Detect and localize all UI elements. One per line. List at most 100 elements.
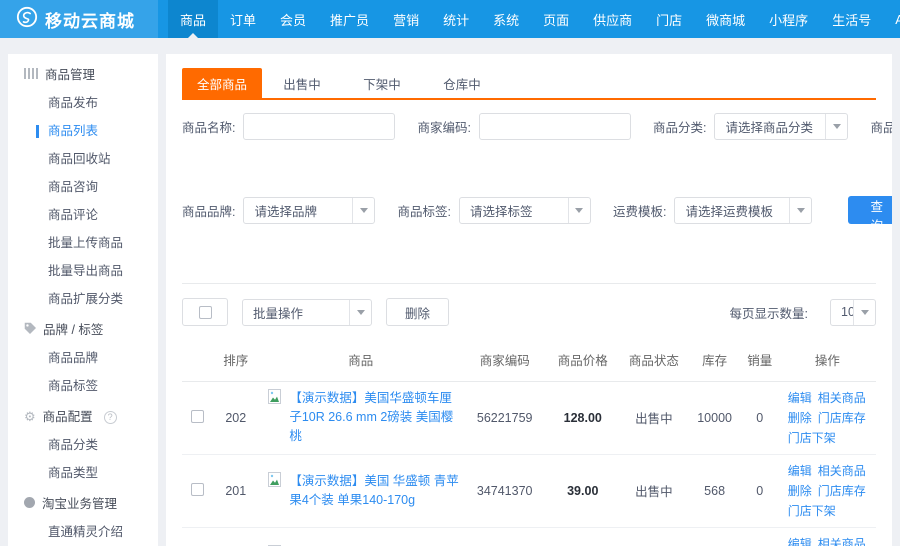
merchant-code-value: 56221759 [463, 381, 546, 454]
merchant-code-input[interactable] [479, 113, 631, 140]
sidebar-item-goods-comments[interactable]: 商品评论 [8, 201, 158, 229]
tab-all[interactable]: 全部商品 [182, 68, 262, 98]
filter-label-shipping: 运费模板: [613, 201, 666, 220]
status-value: 出售中 [619, 527, 688, 546]
sidebar-section-title: 淘宝业务管理 [42, 490, 117, 518]
filter-tag: 商品标签:请选择标签 [397, 197, 590, 224]
filter-label-goods-name: 商品名称: [182, 117, 235, 136]
tag-select[interactable]: 请选择标签 [459, 197, 591, 224]
nav-item-app[interactable]: App [883, 0, 900, 38]
goods-name-link[interactable]: 【演示数据】美国华盛顿车厘子10R 26.6 mm 2磅装 美国樱桃 [289, 389, 461, 446]
nav-item-promoters[interactable]: 推广员 [318, 0, 381, 38]
filter-area: 商品名称:商家编码:商品分类:请选择商品分类商品种类:请选择商品品牌:请选择品牌… [182, 113, 876, 267]
sort-value: 201 [213, 454, 258, 527]
sidebar-item-goods-brand[interactable]: 商品品牌 [8, 344, 158, 372]
action-link-2[interactable]: 相关商品 [818, 534, 866, 546]
action-link-3[interactable]: 删除 [788, 408, 812, 428]
sidebar-item-goods-tag[interactable]: 商品标签 [8, 372, 158, 400]
action-link-5[interactable]: 门店下架 [788, 501, 836, 521]
top-nav: 商品订单会员推广员营销统计系统页面供应商门店微商城小程序生活号App [168, 0, 900, 38]
nav-item-miniprogram[interactable]: 小程序 [757, 0, 820, 38]
goods-name-input[interactable] [243, 113, 395, 140]
action-link-2[interactable]: 相关商品 [818, 388, 866, 408]
stock-value: 10000 [689, 381, 741, 454]
col-header-1: 排序 [213, 339, 258, 381]
action-link-1[interactable]: 编辑 [788, 461, 812, 481]
action-link-4[interactable]: 门店库存 [818, 408, 866, 428]
filter-merchant-code: 商家编码: [417, 113, 630, 140]
nav-item-statistics[interactable]: 统计 [431, 0, 481, 38]
sidebar-item-goods-list[interactable]: 商品列表 [8, 117, 158, 145]
goods-name-link[interactable]: 【演示数据】美国 华盛顿 青苹果4个装 单果140-170g [289, 472, 461, 510]
tab-off-shelf[interactable]: 下架中 [342, 68, 422, 98]
price-cell: 39.00 [546, 454, 619, 527]
table-row: 201【演示数据】美国 华盛顿 青苹果4个装 单果140-170g3474137… [182, 454, 876, 527]
merchant-code-value: 45266530 [463, 527, 546, 546]
action-link-3[interactable]: 删除 [788, 481, 812, 501]
nav-item-micromall[interactable]: 微商城 [694, 0, 757, 38]
search-button[interactable]: 查询 [848, 196, 892, 224]
tab-in-warehouse[interactable]: 仓库中 [422, 68, 502, 98]
category-select[interactable]: 请选择商品分类 [714, 113, 848, 140]
sidebar-item-goods-recycle[interactable]: 商品回收站 [8, 145, 158, 173]
sidebar-section-title: 商品管理 [45, 61, 95, 89]
sidebar-section-taobao-business[interactable]: 淘宝业务管理 [8, 490, 158, 518]
sales-value: 0 [741, 381, 779, 454]
nav-item-pages[interactable]: 页面 [531, 0, 581, 38]
tab-on-sale[interactable]: 出售中 [262, 68, 342, 98]
sort-value: 202 [213, 381, 258, 454]
row-checkbox-cell [182, 381, 213, 454]
brand-value: 请选择品牌 [244, 198, 352, 223]
action-link-1[interactable]: 编辑 [788, 388, 812, 408]
nav-item-stores[interactable]: 门店 [644, 0, 694, 38]
row-checkbox[interactable] [191, 410, 204, 423]
stock-value: 568 [689, 454, 741, 527]
shipping-value: 请选择运费模板 [675, 198, 789, 223]
help-icon[interactable]: ? [104, 411, 117, 424]
nav-item-orders[interactable]: 订单 [218, 0, 268, 38]
brand-select[interactable]: 请选择品牌 [243, 197, 375, 224]
filter-brand: 商品品牌:请选择品牌 [182, 197, 375, 224]
sidebar-item-zhitong-intro[interactable]: 直通精灵介绍 [8, 518, 158, 546]
sidebar-section-goods-config[interactable]: ⚙商品配置? [8, 403, 158, 431]
filter-row-2: 商品品牌:请选择品牌商品标签:请选择标签运费模板:请选择运费模板查询更多搜索条件 [182, 153, 876, 267]
col-header-2: 商品 [258, 339, 463, 381]
chevron-down-icon [349, 300, 371, 325]
sidebar-item-bulk-upload[interactable]: 批量上传商品 [8, 229, 158, 257]
sidebar-item-bulk-export[interactable]: 批量导出商品 [8, 257, 158, 285]
broken-image-icon [268, 389, 281, 407]
action-link-4[interactable]: 门店库存 [818, 481, 866, 501]
per-page-select[interactable]: 10 [830, 299, 876, 326]
delete-button[interactable]: 删除 [386, 298, 449, 326]
filter-label-category: 商品分类: [653, 117, 706, 136]
shipping-select[interactable]: 请选择运费模板 [674, 197, 812, 224]
app-logo[interactable]: 移动云商城 [0, 0, 158, 38]
sidebar-section-brand-tag[interactable]: 品牌 / 标签 [8, 316, 158, 344]
action-link-2[interactable]: 相关商品 [818, 461, 866, 481]
table-row: 202 【演示数据】美国华盛顿车厘子10R 26.6 mm 2磅装 美国樱桃562… [182, 381, 876, 454]
brand-swirl-icon [16, 6, 38, 33]
row-checkbox-cell [182, 454, 213, 527]
sidebar-item-goods-type[interactable]: 商品类型 [8, 459, 158, 487]
sidebar-item-goods-inquiry[interactable]: 商品咨询 [8, 173, 158, 201]
nav-item-suppliers[interactable]: 供应商 [581, 0, 644, 38]
nav-item-members[interactable]: 会员 [268, 0, 318, 38]
sales-value: 0 [741, 527, 779, 546]
nav-item-marketing[interactable]: 营销 [381, 0, 431, 38]
sales-value: 0 [741, 454, 779, 527]
sidebar-item-extended-category[interactable]: 商品扩展分类 [8, 285, 158, 313]
chevron-down-icon [352, 198, 374, 223]
row-checkbox[interactable] [191, 483, 204, 496]
sort-value: 200 [213, 527, 258, 546]
sidebar-section-goods-manage[interactable]: 商品管理 [8, 61, 158, 89]
nav-item-goods[interactable]: 商品 [168, 0, 218, 38]
goods-info: 【演示数据】美国 华盛顿 青苹果4个装 单果140-170g [260, 472, 461, 510]
bulk-action-select[interactable]: 批量操作 [242, 299, 372, 326]
nav-item-system[interactable]: 系统 [481, 0, 531, 38]
nav-item-lifeaccount[interactable]: 生活号 [820, 0, 883, 38]
sidebar-item-goods-category[interactable]: 商品分类 [8, 431, 158, 459]
select-all-checkbox[interactable] [182, 298, 228, 326]
sidebar-item-goods-publish[interactable]: 商品发布 [8, 89, 158, 117]
action-link-1[interactable]: 编辑 [788, 534, 812, 546]
action-link-5[interactable]: 门店下架 [788, 428, 836, 448]
